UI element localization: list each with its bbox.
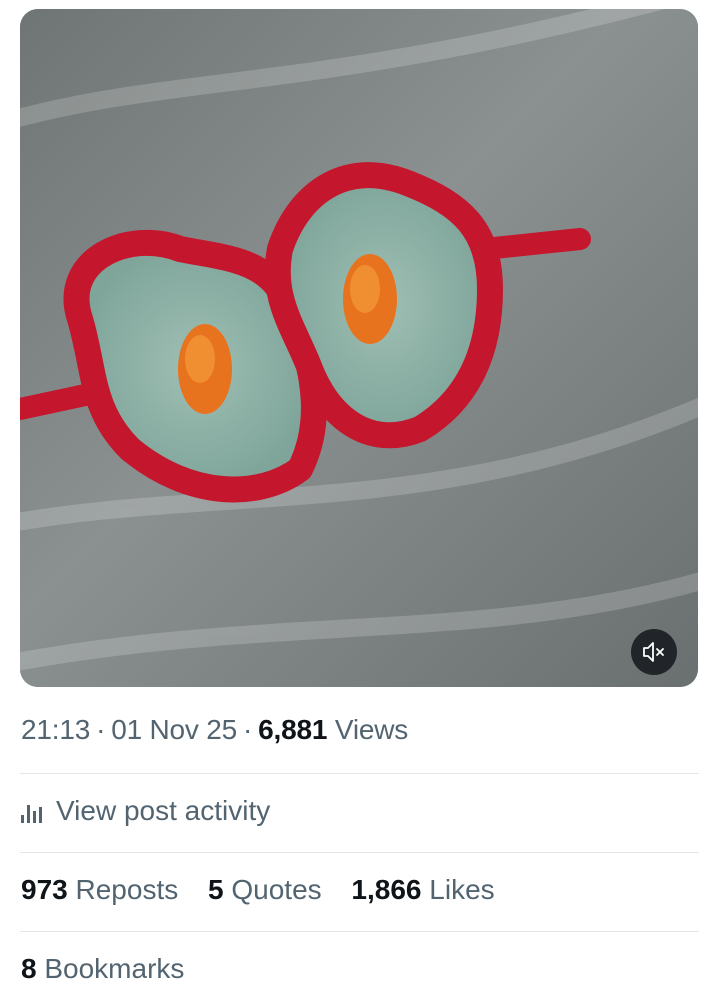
quotes-label: Quotes [231, 874, 322, 905]
likes-count: 1,866 [351, 874, 422, 905]
reposts-label: Reposts [75, 874, 179, 905]
post-date[interactable]: 01 Nov 25 [111, 714, 237, 745]
view-post-activity-link[interactable]: View post activity [21, 795, 270, 827]
views-label: Views [334, 714, 409, 745]
mute-icon [643, 642, 664, 662]
bookmarks-stat[interactable]: 8 Bookmarks [21, 953, 184, 985]
quotes-count: 5 [208, 874, 224, 905]
post-metadata: 21:13 · 01 Nov 25 · 6,881 Views [21, 714, 409, 745]
likes-label: Likes [429, 874, 495, 905]
post-video[interactable] [20, 9, 698, 687]
divider [20, 931, 699, 932]
engagement-stats: 973 Reposts 5 Quotes 1,866 Likes [21, 874, 517, 906]
view-post-activity-label: View post activity [56, 795, 271, 826]
divider [20, 852, 699, 853]
post-time[interactable]: 21:13 [21, 714, 90, 745]
divider [20, 773, 699, 774]
bookmarks-count: 8 [21, 953, 37, 984]
views-count: 6,881 [258, 714, 328, 745]
analytics-bars-icon [21, 803, 42, 823]
quotes-stat[interactable]: 5 Quotes [208, 874, 322, 906]
marigold-left [178, 324, 232, 414]
reposts-count: 973 [21, 874, 68, 905]
video-frame [20, 9, 698, 687]
mute-toggle-button[interactable] [631, 629, 677, 675]
reposts-stat[interactable]: 973 Reposts [21, 874, 178, 906]
marigold-right [343, 254, 397, 344]
bookmarks-label: Bookmarks [44, 953, 185, 984]
likes-stat[interactable]: 1,866 Likes [351, 874, 494, 906]
